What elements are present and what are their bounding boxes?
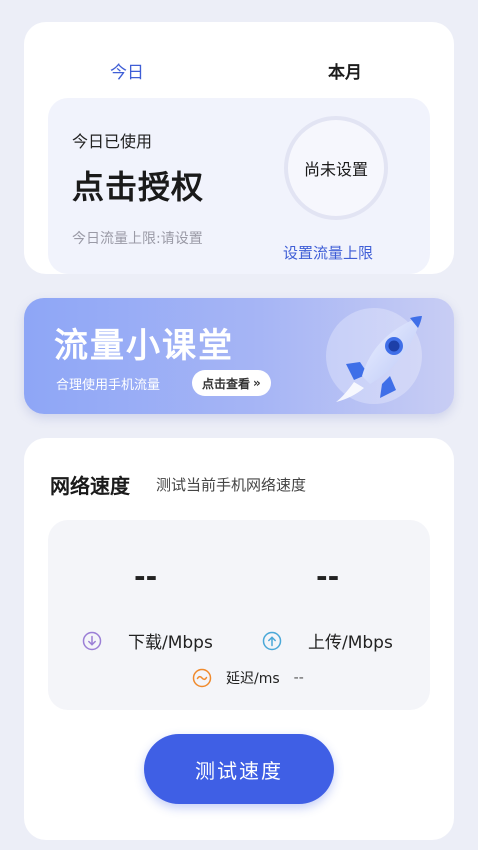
- authorize-link[interactable]: 点击授权: [72, 162, 204, 208]
- test-speed-button[interactable]: 测试速度: [144, 734, 334, 804]
- usage-label: 今日已使用: [72, 132, 153, 151]
- view-button-label: 点击查看: [202, 376, 251, 391]
- latency-wave-icon: [192, 668, 212, 688]
- latency-value: --: [293, 670, 304, 686]
- view-button[interactable]: 点击查看 »: [192, 370, 271, 396]
- set-limit-link[interactable]: 设置流量上限: [283, 242, 373, 263]
- speed-title: 网络速度: [50, 474, 130, 498]
- download-arrow-icon: [82, 631, 102, 650]
- upload-metric: 上传/Mbps: [262, 628, 393, 653]
- double-chevron-right-icon: »: [253, 376, 261, 390]
- upload-label: 上传/Mbps: [308, 633, 393, 653]
- tab-today[interactable]: 今日: [110, 58, 144, 83]
- period-tabs: 今日 本月: [24, 58, 454, 88]
- speed-card: 网络速度 测试当前手机网络速度 -- -- 下载/Mbps 上传/Mbps 延迟…: [24, 438, 454, 840]
- latency-label: 延迟/ms: [226, 671, 280, 687]
- tab-this-month[interactable]: 本月: [328, 58, 362, 83]
- usage-ring: 尚未设置: [284, 116, 388, 220]
- upload-value: --: [316, 560, 340, 593]
- download-value: --: [134, 560, 158, 593]
- banner-title: 流量小课堂: [54, 326, 234, 366]
- limit-status-text: 今日流量上限:请设置: [72, 231, 203, 247]
- traffic-card: 今日 本月 今日已使用 点击授权 今日流量上限:请设置 尚未设置 设置流量上限: [24, 22, 454, 274]
- traffic-class-banner[interactable]: 流量小课堂 合理使用手机流量 点击查看 »: [24, 298, 454, 414]
- download-metric: 下载/Mbps: [82, 628, 213, 653]
- rocket-icon: [336, 316, 422, 402]
- speed-subtitle: 测试当前手机网络速度: [156, 476, 307, 494]
- speed-result-panel: -- -- 下载/Mbps 上传/Mbps 延迟/ms --: [48, 520, 430, 710]
- upload-arrow-icon: [262, 631, 282, 650]
- latency-metric: 延迟/ms --: [192, 668, 304, 688]
- download-label: 下载/Mbps: [128, 633, 213, 653]
- usage-panel: 今日已使用 点击授权 今日流量上限:请设置 尚未设置 设置流量上限: [48, 98, 430, 274]
- banner-subtitle: 合理使用手机流量: [56, 378, 161, 393]
- ring-status-text: 尚未设置: [303, 160, 368, 179]
